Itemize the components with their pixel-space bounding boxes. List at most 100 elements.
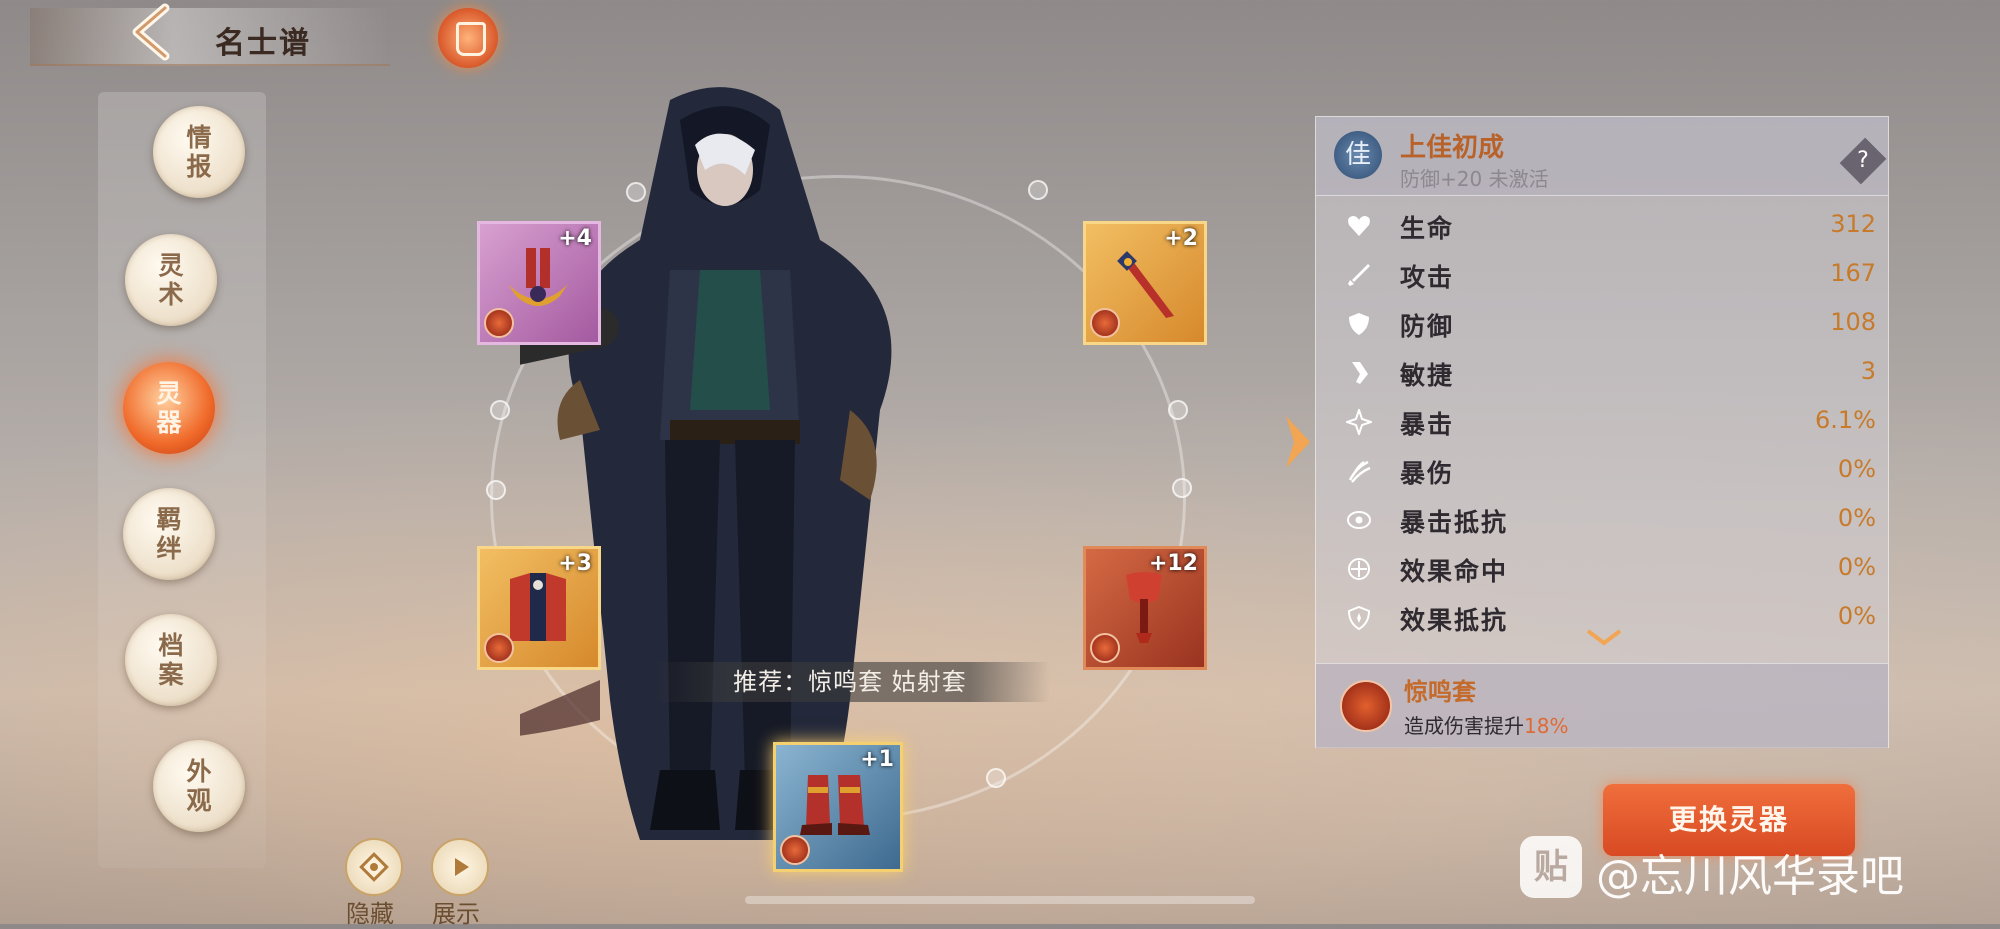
set-bonus: 惊鸣套 造成伤害提升18%: [1316, 663, 1888, 748]
stat-row: 防御 108: [1316, 299, 1888, 348]
show-button[interactable]: [431, 838, 489, 896]
equipment-slot-weapon[interactable]: +2: [1083, 221, 1207, 345]
equipment-slot-helmet[interactable]: +4: [477, 221, 601, 345]
ring-node: [1028, 180, 1048, 200]
menu-item-label: 情报: [186, 123, 212, 181]
menu-item-intel[interactable]: 情报: [153, 106, 245, 198]
back-button[interactable]: [125, 2, 175, 62]
recommend-banner: 推荐：惊鸣套 姑射套: [650, 662, 1050, 702]
helmet-icon: [508, 248, 568, 306]
tieba-logo-icon: 贴: [1520, 836, 1582, 898]
header: 名士谱: [30, 0, 410, 70]
stat-row: 攻击 167: [1316, 250, 1888, 299]
ring-node: [1172, 478, 1192, 498]
set-bonus-name: 惊鸣套: [1404, 677, 1476, 706]
menu-item-label: 羁绊: [156, 505, 182, 563]
stat-name: 暴击: [1400, 410, 1455, 439]
menu-item-label: 外观: [186, 757, 212, 815]
menu-item-equipment[interactable]: 灵器: [123, 362, 215, 454]
slot-level: +12: [1148, 551, 1198, 576]
eye-icon: [1347, 511, 1371, 529]
weapon-icon: [1117, 251, 1174, 318]
chevron-right-icon[interactable]: [1280, 412, 1316, 472]
stat-value: 3: [1860, 357, 1876, 385]
stat-value: 0%: [1837, 504, 1876, 532]
accessory-icon: [1126, 572, 1162, 643]
hide-icon: [359, 852, 389, 882]
stat-name: 暴伤: [1400, 459, 1455, 488]
stat-value: 0%: [1837, 553, 1876, 581]
set-badge-icon: [484, 633, 514, 663]
sword-icon: [1348, 264, 1370, 286]
side-menu: 情报 灵术 灵器 羁绊 档案 外观: [98, 92, 266, 868]
set-icon: 佳: [1334, 131, 1382, 179]
stat-value: 108: [1830, 308, 1876, 336]
page-title: 名士谱: [215, 26, 311, 61]
menu-item-label: 档案: [158, 631, 184, 689]
equipment-slot-armor[interactable]: +3: [477, 546, 601, 670]
attribute-panel: 佳 上佳初成 防御+20 未激活 ? 生命 312 攻击 167 防御 108 …: [1315, 116, 1889, 748]
ring-node: [490, 400, 510, 420]
boots-icon: [800, 775, 870, 835]
set-name: 上佳初成: [1400, 133, 1505, 163]
menu-item-appearance[interactable]: 外观: [153, 740, 245, 832]
stat-row: 生命 312: [1316, 201, 1888, 250]
equipment-slot-accessory[interactable]: +12: [1083, 546, 1207, 670]
home-indicator: [745, 896, 1255, 904]
boot-icon: [1352, 362, 1368, 384]
stat-name: 效果抵抗: [1400, 606, 1509, 635]
set-bonus-icon: [1340, 680, 1392, 732]
stat-name: 效果命中: [1400, 557, 1509, 586]
set-description: 防御+20 未激活: [1400, 167, 1549, 191]
ring-node: [986, 768, 1006, 788]
watermark-text: @忘川风华录吧: [1596, 851, 1904, 902]
play-icon: [455, 858, 469, 876]
menu-item-bond[interactable]: 羁绊: [123, 488, 215, 580]
shield-icon: [1349, 313, 1369, 335]
claw-icon: [1348, 460, 1371, 483]
set-badge-icon: [484, 308, 514, 338]
stat-value: 6.1%: [1815, 406, 1876, 434]
stat-value: 0%: [1837, 602, 1876, 630]
stat-value: 167: [1830, 259, 1876, 287]
chevron-left-icon: [132, 3, 170, 61]
set-badge-icon: [1090, 308, 1120, 338]
menu-item-label: 灵术: [158, 251, 184, 309]
stat-row: 敏捷 3: [1316, 348, 1888, 397]
hide-button[interactable]: [345, 838, 403, 896]
help-icon: ?: [1857, 148, 1869, 173]
stat-value: 0%: [1837, 455, 1876, 483]
set-bonus-description: 造成伤害提升18%: [1404, 710, 1568, 739]
set-header: 佳 上佳初成 防御+20 未激活 ?: [1316, 117, 1888, 196]
menu-item-spell[interactable]: 灵术: [125, 234, 217, 326]
stat-name: 暴击抵抗: [1400, 508, 1509, 537]
ring-node: [486, 480, 506, 500]
stat-row: 效果命中 0%: [1316, 544, 1888, 593]
help-button[interactable]: ?: [1839, 137, 1887, 185]
heart-icon: [1348, 216, 1370, 236]
stat-name: 生命: [1400, 214, 1455, 243]
chevron-down-icon[interactable]: [1584, 627, 1624, 647]
equipment-slot-boots[interactable]: +1: [773, 742, 903, 872]
stat-row: 暴击抵抗 0%: [1316, 495, 1888, 544]
stats-list[interactable]: 生命 312 攻击 167 防御 108 敏捷 3 暴击 6.1% 暴伤 0%: [1316, 197, 1888, 637]
stat-name: 敏捷: [1400, 361, 1455, 390]
header-bar: [30, 8, 390, 66]
bonus-desc-value: 18%: [1524, 714, 1569, 738]
ring-node: [1168, 400, 1188, 420]
slot-level: +4: [558, 226, 592, 251]
stat-value: 312: [1830, 210, 1876, 238]
lantern-icon[interactable]: [438, 8, 498, 68]
menu-item-archive[interactable]: 档案: [125, 614, 217, 706]
slot-level: +3: [558, 551, 592, 576]
stat-name: 防御: [1400, 312, 1455, 341]
stat-name: 攻击: [1400, 263, 1455, 292]
target-icon: [1348, 558, 1370, 580]
star-burst-icon: [1346, 409, 1372, 435]
watermark: 贴 @忘川风华录吧: [1520, 832, 1980, 902]
slot-level: +2: [1164, 226, 1198, 251]
menu-item-label: 灵器: [156, 379, 182, 437]
set-badge-icon: [1090, 633, 1120, 663]
slot-level: +1: [860, 747, 894, 772]
bonus-desc-text: 造成伤害提升: [1404, 714, 1524, 738]
